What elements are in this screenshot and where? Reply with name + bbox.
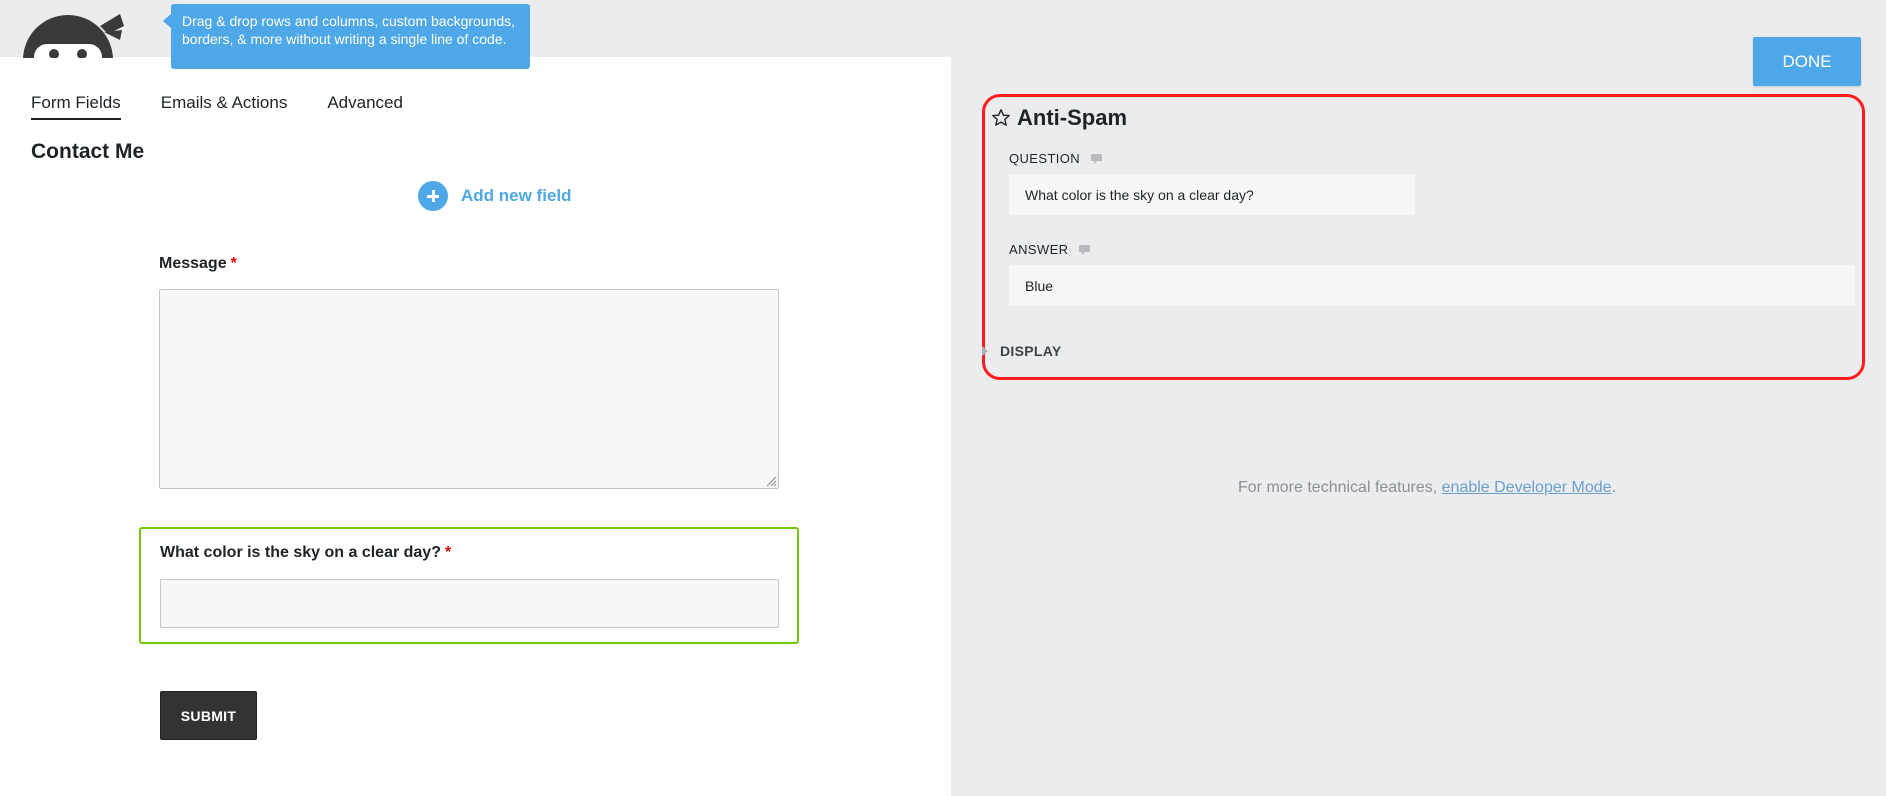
done-button[interactable]: DONE	[1753, 37, 1861, 86]
dev-note-prefix: For more technical features,	[1238, 479, 1442, 496]
tooltip-text: Drag & drop rows and columns, custom bac…	[182, 13, 516, 47]
display-section-label: DISPLAY	[1000, 343, 1062, 359]
required-marker: *	[230, 255, 237, 272]
answer-input[interactable]: Blue	[1009, 265, 1855, 306]
ninja-logo-icon[interactable]	[12, 4, 124, 58]
tab-advanced[interactable]: Advanced	[327, 92, 403, 120]
answer-input-value: Blue	[1025, 277, 1054, 294]
tab-form-fields[interactable]: Form Fields	[31, 92, 121, 120]
antispam-settings-highlight	[982, 94, 1865, 380]
message-textarea[interactable]	[159, 289, 779, 489]
question-setting-label: QUESTION	[1009, 151, 1103, 166]
display-section-toggle[interactable]: DISPLAY	[982, 342, 1062, 360]
form-builder-screen: Drag & drop rows and columns, custom bac…	[0, 0, 1886, 796]
plus-circle-icon	[418, 181, 448, 211]
add-new-field-button[interactable]: Add new field	[418, 181, 572, 211]
enable-developer-mode-link[interactable]: enable Developer Mode	[1442, 479, 1612, 496]
star-icon[interactable]	[991, 108, 1011, 128]
answer-label-text: ANSWER	[1009, 242, 1069, 257]
caret-right-icon	[982, 346, 988, 356]
speech-bubble-icon[interactable]	[1078, 244, 1091, 256]
answer-setting-label: ANSWER	[1009, 242, 1091, 257]
settings-title-text: Anti-Spam	[1017, 105, 1127, 130]
antispam-field-label: What color is the sky on a clear day? *	[160, 544, 451, 562]
feature-tooltip: Drag & drop rows and columns, custom bac…	[163, 4, 530, 69]
form-title: Contact Me	[31, 140, 145, 163]
submit-button[interactable]: SUBMIT	[160, 691, 257, 740]
add-new-field-label: Add new field	[461, 186, 572, 205]
speech-bubble-icon[interactable]	[1090, 153, 1103, 165]
antispam-answer-input[interactable]	[160, 579, 779, 628]
settings-title: Anti-Spam	[991, 105, 1127, 130]
builder-tabs: Form Fields Emails & Actions Advanced	[31, 92, 443, 122]
message-label-text: Message	[159, 255, 227, 272]
question-input[interactable]: What color is the sky on a clear day?	[1009, 174, 1415, 215]
tab-emails-actions[interactable]: Emails & Actions	[161, 92, 288, 120]
question-label-text: QUESTION	[1009, 151, 1081, 166]
question-input-value: What color is the sky on a clear day?	[1025, 186, 1254, 203]
required-marker: *	[444, 544, 452, 561]
antispam-label-text: What color is the sky on a clear day?	[160, 544, 441, 561]
developer-mode-note: For more technical features, enable Deve…	[0, 479, 1886, 497]
dev-note-suffix: .	[1611, 479, 1616, 496]
message-field-label: Message *	[159, 255, 237, 273]
